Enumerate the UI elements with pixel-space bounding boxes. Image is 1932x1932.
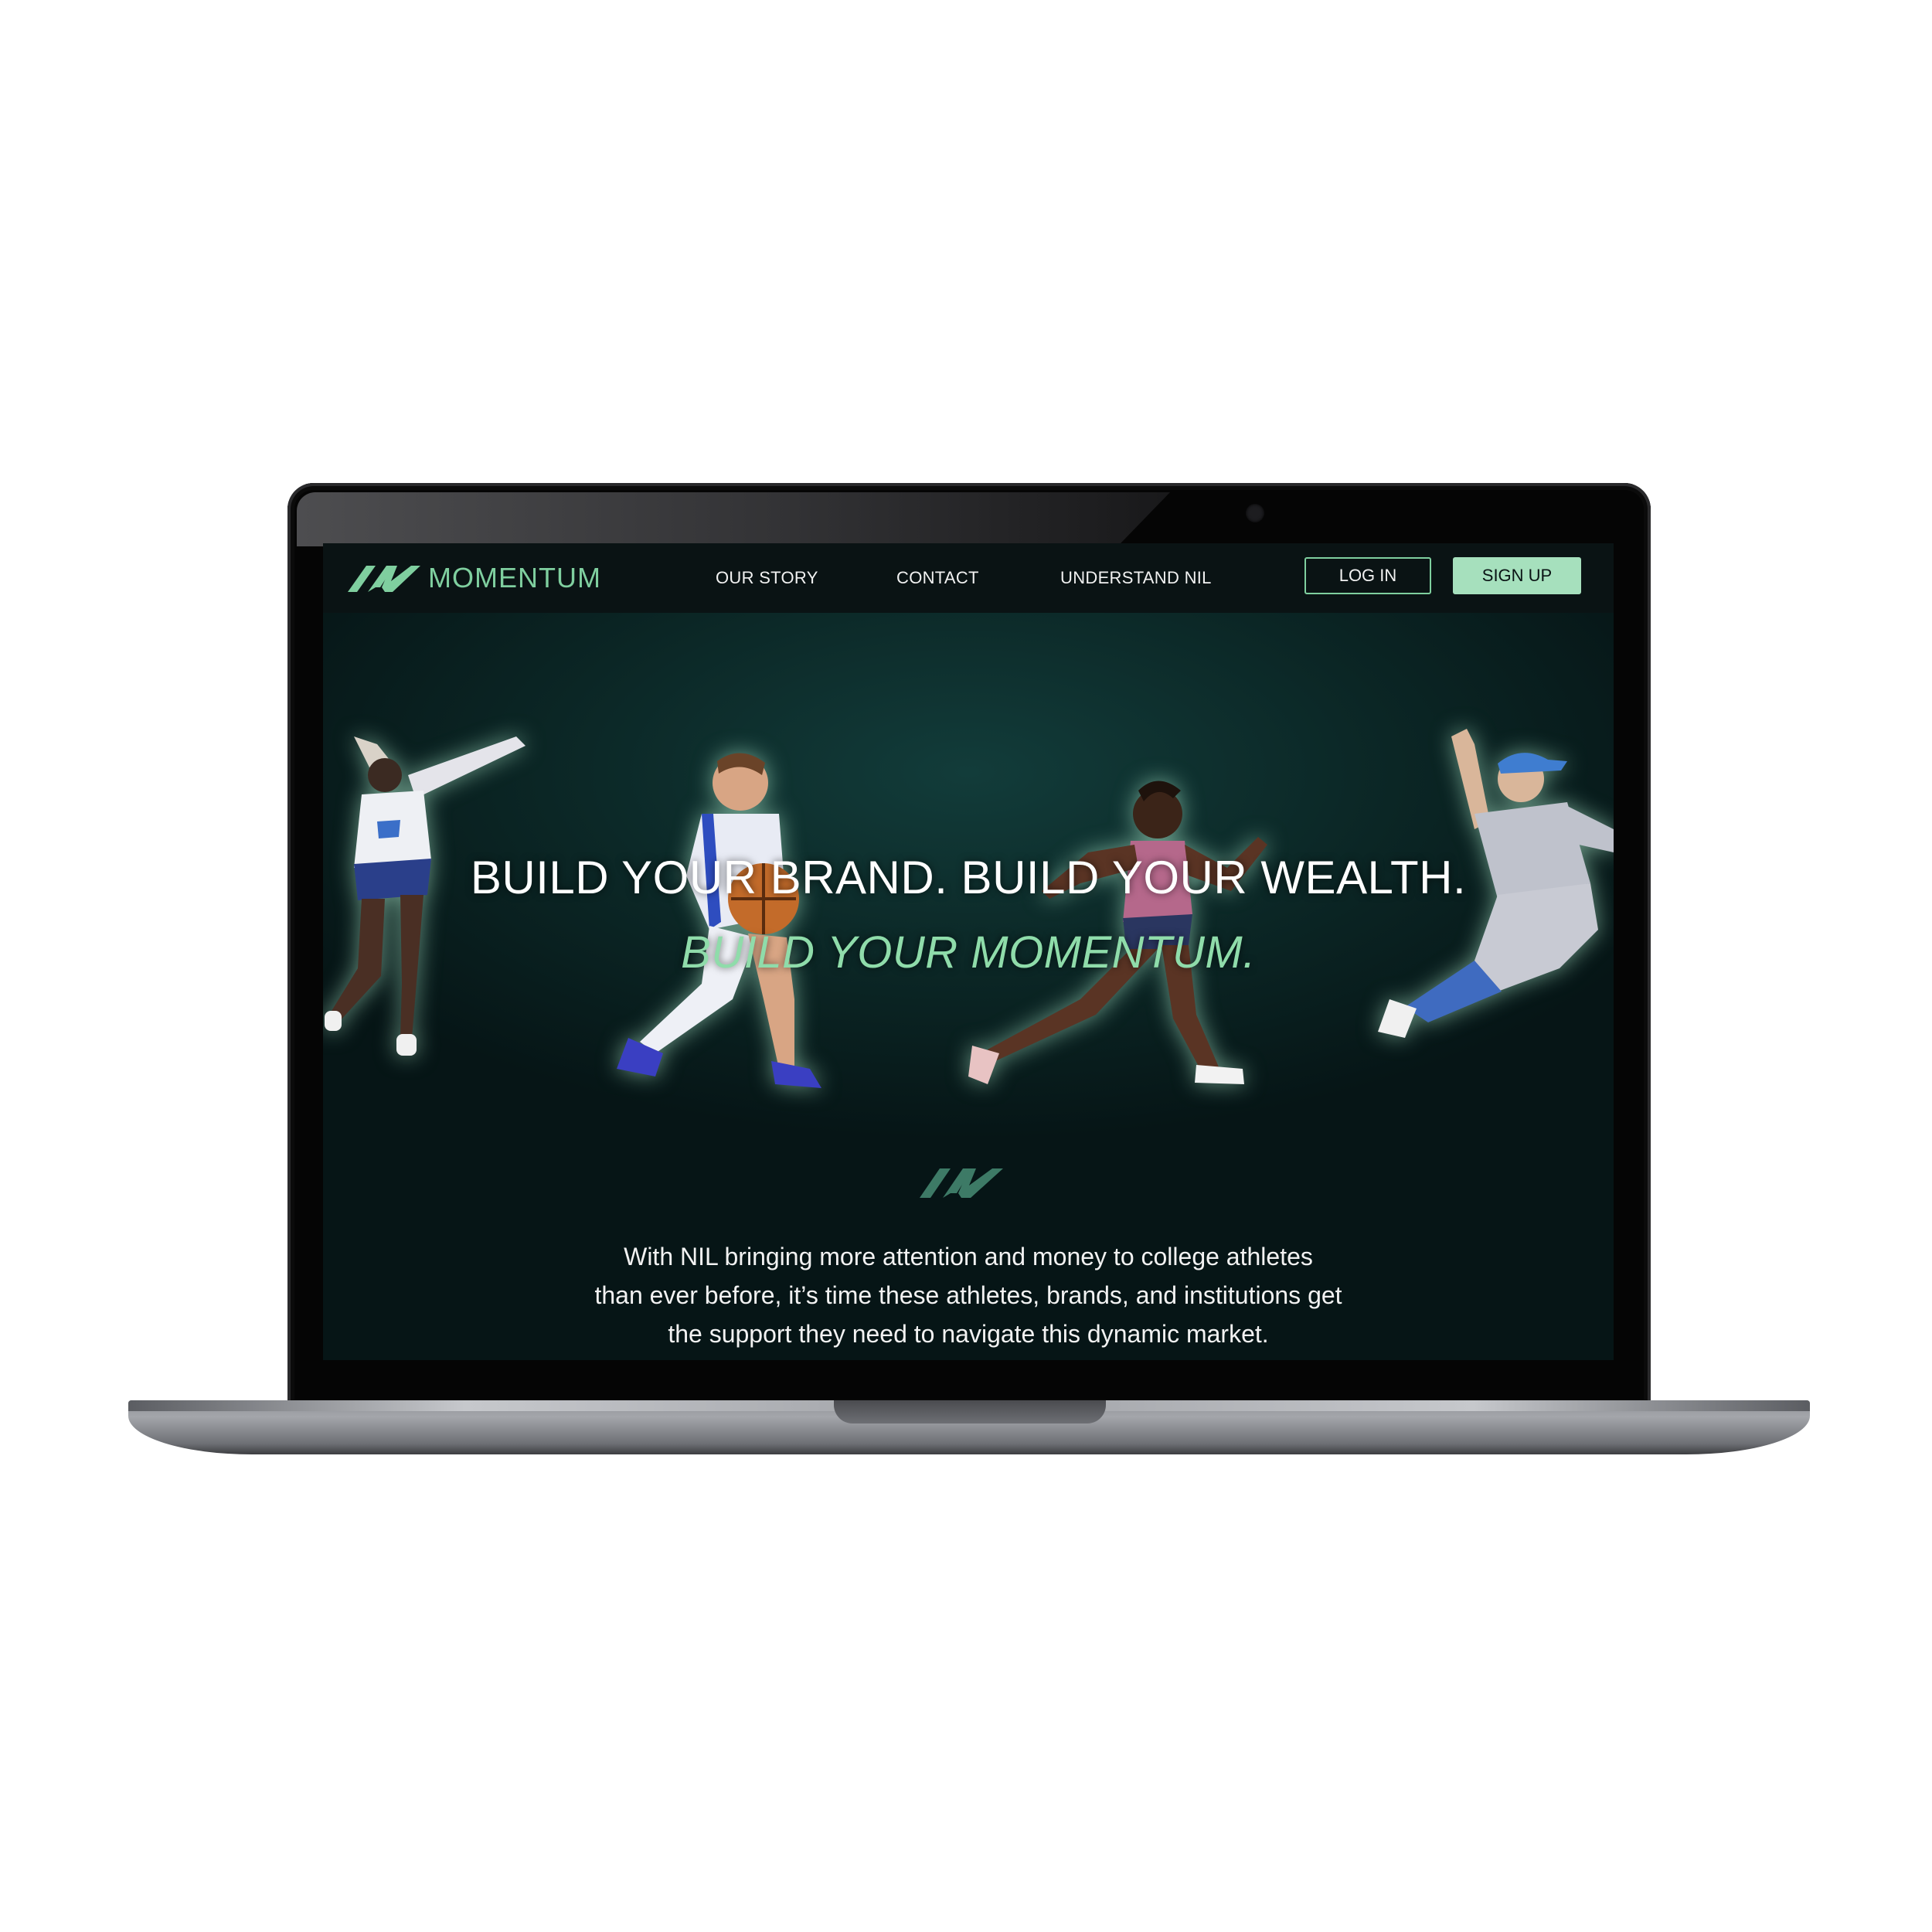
intro-line: With NIL bringing more attention and mon…	[624, 1243, 1313, 1270]
hero-section: BUILD YOUR BRAND. BUILD YOUR WEALTH. BUI…	[323, 613, 1614, 1107]
laptop-base	[128, 1400, 1810, 1454]
lid-glare	[297, 492, 1170, 546]
website-screen: MOMENTUM OUR STORY CONTACT UNDERSTAND NI…	[323, 543, 1614, 1360]
momentum-mark-icon	[920, 1168, 1003, 1198]
intro-line: the support they need to navigate this d…	[668, 1320, 1269, 1348]
login-button[interactable]: LOG IN	[1304, 557, 1431, 594]
basketball-player-image	[617, 753, 821, 1088]
trackpad-notch	[834, 1400, 1106, 1423]
nav-link-contact[interactable]: CONTACT	[896, 568, 979, 588]
navbar: MOMENTUM OUR STORY CONTACT UNDERSTAND NI…	[323, 543, 1614, 613]
hero-subheading: BUILD YOUR MOMENTUM.	[681, 927, 1256, 978]
webcam-icon	[1246, 504, 1264, 522]
brand-name: MOMENTUM	[428, 562, 601, 594]
hero-heading: BUILD YOUR BRAND. BUILD YOUR WEALTH.	[470, 852, 1467, 903]
signup-button[interactable]: SIGN UP	[1453, 557, 1581, 594]
nav-link-our-story[interactable]: OUR STORY	[716, 568, 818, 588]
brand-logo[interactable]: MOMENTUM	[346, 560, 601, 596]
momentum-m-logo-icon	[348, 566, 420, 592]
intro-paragraph: With NIL bringing more attention and mon…	[543, 1237, 1393, 1353]
intro-line: than ever before, it’s time these athlet…	[594, 1281, 1342, 1309]
nav-link-understand-nil[interactable]: UNDERSTAND NIL	[1060, 568, 1212, 588]
